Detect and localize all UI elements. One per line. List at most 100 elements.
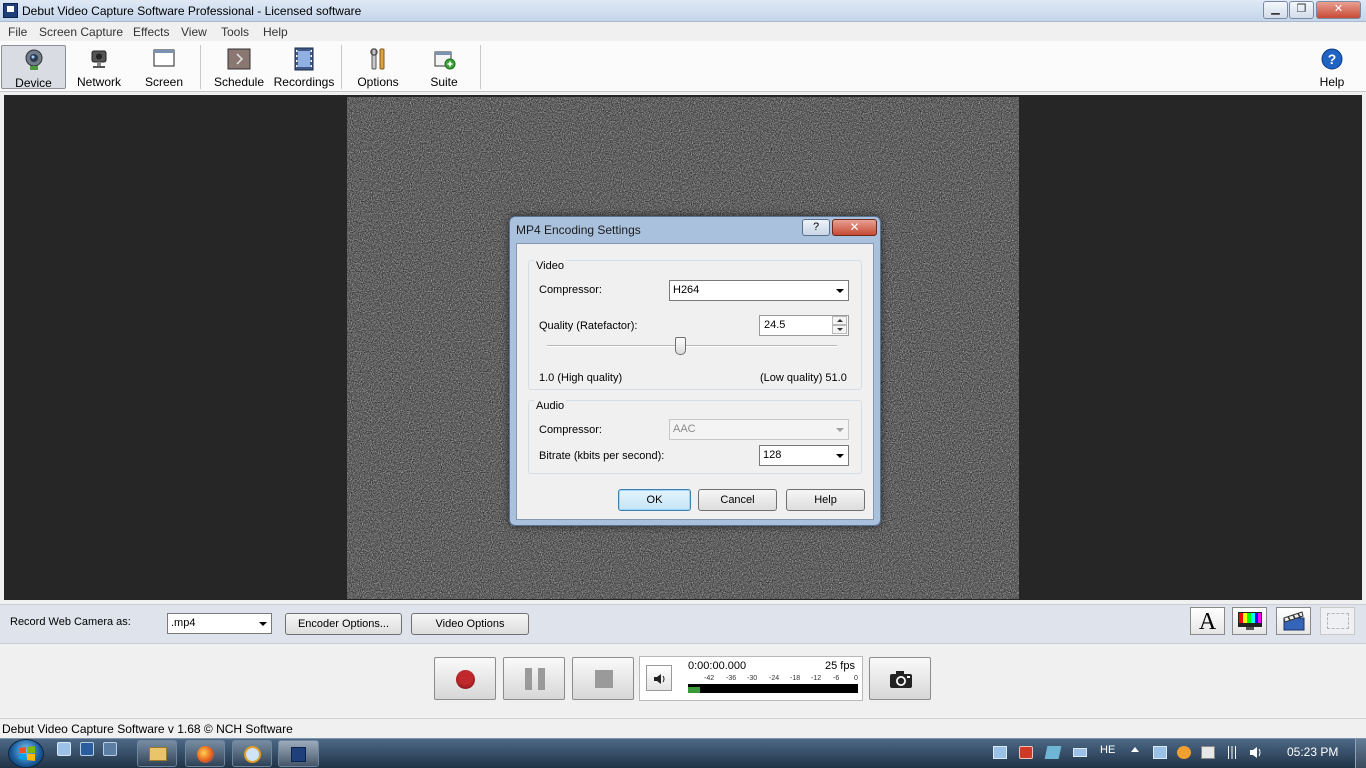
show-hidden-icons-icon[interactable] [1131,747,1139,752]
video-compressor-select[interactable]: H264 [669,280,849,301]
dialog-help-text-button[interactable]: Help [786,489,865,511]
pause-button[interactable] [503,657,565,700]
meter-scale: -42 -36 -30 -24 -18 -12 -6 0 [688,675,858,684]
quicklaunch-window-icon[interactable] [80,742,94,756]
taskbar-debut-button[interactable] [278,740,319,767]
toolbar-network-button[interactable]: Network [70,45,128,89]
taskbar-firefox-button[interactable] [185,740,225,767]
tools-icon [370,48,385,70]
toolbar-label: Recordings [273,75,335,89]
video-compressor-label: Compressor: [539,284,602,296]
dialog-help-button[interactable]: ? [802,219,830,236]
menu-file[interactable]: File [8,25,27,39]
close-button[interactable]: ✕ [1316,1,1361,19]
toolbar-device-button[interactable]: Device [1,45,66,90]
quality-max-label: (Low quality) 51.0 [760,372,847,384]
folder-icon [149,747,167,761]
toolbar-options-button[interactable]: Options [348,45,408,89]
video-effects-button[interactable] [1276,607,1311,635]
dialog-body: Video Compressor: H264 Quality (Ratefact… [516,243,874,520]
tray-network-icon[interactable] [1225,746,1239,759]
toolbar: Device Network Screen Schedule Recording… [0,41,1366,92]
format-select[interactable]: .mp4 [167,613,272,634]
format-value: .mp4 [171,617,196,629]
taskbar-app-button[interactable] [232,740,272,767]
tray-display-icon[interactable] [993,746,1007,759]
meter-tick: -12 [811,675,822,682]
toolbar-screen-button[interactable]: Screen [134,45,194,89]
dialog-close-button[interactable]: ✕ [832,219,877,236]
audio-compressor-select: AAC [669,419,849,440]
level-meter-panel: 0:00:00.000 25 fps -42 -36 -30 -24 -18 -… [639,656,863,701]
menu-bar: File Screen Capture Effects View Tools H… [0,22,1366,41]
app-icon [3,3,18,18]
quality-slider-thumb[interactable] [674,337,686,355]
toolbar-label: Suite [430,75,458,89]
tray-pen-icon[interactable] [1044,746,1062,759]
record-button[interactable] [434,657,496,700]
title-bar: Debut Video Capture Software Professiona… [0,0,1366,22]
record-dot-icon [456,670,475,689]
chevron-down-icon [259,622,267,626]
spin-up-icon[interactable] [832,316,847,325]
dialog-title: MP4 Encoding Settings [516,223,641,237]
video-options-button[interactable]: Video Options [411,613,529,635]
spin-down-icon[interactable] [832,325,847,334]
chevron-down-icon [836,454,844,458]
menu-view[interactable]: View [181,25,207,39]
minimize-button[interactable]: ▁ [1263,1,1288,19]
tray-volume-icon[interactable] [1249,746,1263,759]
pause-icon [525,668,545,690]
menu-screen-capture[interactable]: Screen Capture [39,25,123,39]
quality-spinbox[interactable]: 24.5 [759,315,849,336]
taskbar-clock[interactable]: 05:23 PM [1287,745,1338,759]
tray-power-icon[interactable] [1019,746,1033,759]
chevron-down-icon [836,428,844,432]
text-overlay-button[interactable]: A [1190,607,1225,635]
bitrate-select[interactable]: 128 [759,445,849,466]
start-button[interactable] [8,739,44,768]
film-reel-icon [294,47,314,71]
screen-icon [153,49,175,67]
tray-plug-icon[interactable] [1201,746,1215,759]
menu-tools[interactable]: Tools [221,25,249,39]
speaker-icon [654,674,665,684]
bitrate-value: 128 [763,449,782,461]
taskbar-explorer-button[interactable] [137,740,177,767]
tray-device-icon[interactable] [1073,748,1087,757]
snapshot-button[interactable] [869,657,931,700]
toolbar-separator [341,45,342,89]
audio-group-label: Audio [534,400,567,412]
encoder-options-button[interactable]: Encoder Options... [285,613,402,635]
toolbar-suite-button[interactable]: Suite [414,45,474,89]
region-select-button[interactable] [1320,607,1355,635]
maximize-button[interactable]: ❐ [1289,1,1314,19]
video-compressor-value: H264 [673,284,700,296]
toolbar-label: Network [76,75,121,89]
meter-tick: -36 [726,675,737,682]
ok-button[interactable]: OK [618,489,691,511]
mute-button[interactable] [646,665,672,691]
schedule-icon [227,48,251,70]
quality-value: 24.5 [764,319,786,331]
window-title: Debut Video Capture Software Professiona… [22,4,362,18]
stop-button[interactable] [572,657,634,700]
menu-help[interactable]: Help [263,25,288,39]
color-adjust-button[interactable] [1232,607,1267,635]
language-indicator[interactable]: HE [1100,744,1115,756]
toolbar-schedule-button[interactable]: Schedule [208,45,270,89]
cancel-button[interactable]: Cancel [698,489,777,511]
toolbar-recordings-button[interactable]: Recordings [272,45,336,89]
toolbar-label: Help [1319,75,1345,89]
quicklaunch-desktop-icon[interactable] [57,742,71,756]
quicklaunch-keyboard-icon[interactable] [103,742,117,756]
show-desktop-button[interactable] [1355,739,1366,768]
quality-slider-track[interactable] [547,345,837,347]
menu-effects[interactable]: Effects [133,25,169,39]
toolbar-help-button[interactable]: ? Help [1306,45,1358,89]
toolbar-label: Screen [144,75,184,89]
color-bars-icon [1238,612,1262,630]
frame-rate: 25 fps [825,660,855,672]
tray-update-icon[interactable] [1177,746,1191,759]
tray-monitor-icon[interactable] [1153,746,1167,759]
